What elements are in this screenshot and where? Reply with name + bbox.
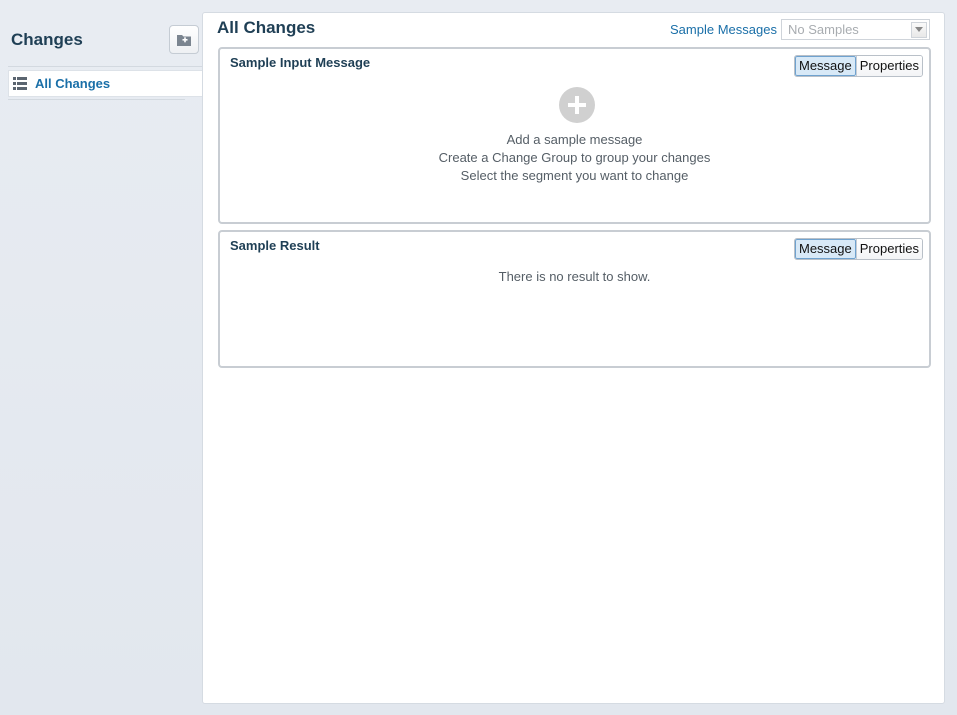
input-view-toggle: Message Properties: [794, 55, 923, 77]
input-properties-toggle[interactable]: Properties: [855, 56, 922, 76]
main-panel: All Changes Sample Messages No Samples S…: [202, 12, 945, 704]
sample-messages-select[interactable]: No Samples: [781, 19, 930, 40]
sample-input-panel: Sample Input Message Message Properties …: [218, 47, 931, 224]
list-icon: [13, 77, 27, 90]
chevron-down-icon[interactable]: [911, 21, 927, 38]
sidebar-item-label: All Changes: [35, 76, 111, 91]
sample-input-title: Sample Input Message: [230, 55, 371, 70]
hint-create-group: Create a Change Group to group your chan…: [438, 150, 711, 165]
sample-messages-select-value: No Samples: [788, 22, 859, 37]
add-sample-button[interactable]: [559, 87, 595, 123]
hint-select-segment: Select the segment you want to change: [460, 168, 689, 183]
app-frame: Changes All Changes All Changes Sample M…: [0, 0, 957, 715]
hint-add-sample: Add a sample message: [506, 132, 643, 147]
plus-circle-icon: [568, 96, 586, 114]
sidebar-item-all-changes[interactable]: All Changes: [8, 70, 202, 97]
input-hints: Add a sample message Create a Change Gro…: [220, 131, 929, 185]
sidebar-divider: [8, 99, 185, 100]
add-folder-button[interactable]: [169, 25, 199, 54]
sample-messages-label: Sample Messages: [670, 22, 777, 37]
sample-result-title: Sample Result: [230, 238, 320, 253]
empty-result-text: There is no result to show.: [498, 269, 651, 284]
result-message-toggle[interactable]: Message: [795, 239, 856, 259]
sidebar: Changes All Changes: [0, 0, 202, 715]
result-properties-toggle[interactable]: Properties: [855, 239, 922, 259]
folder-add-icon: [177, 34, 191, 46]
sidebar-divider: [8, 66, 202, 67]
sample-result-panel: Sample Result Message Properties There i…: [218, 230, 931, 368]
page-title: All Changes: [217, 18, 316, 37]
sidebar-title: Changes: [11, 30, 83, 49]
result-view-toggle: Message Properties: [794, 238, 923, 260]
input-message-toggle[interactable]: Message: [795, 56, 856, 76]
